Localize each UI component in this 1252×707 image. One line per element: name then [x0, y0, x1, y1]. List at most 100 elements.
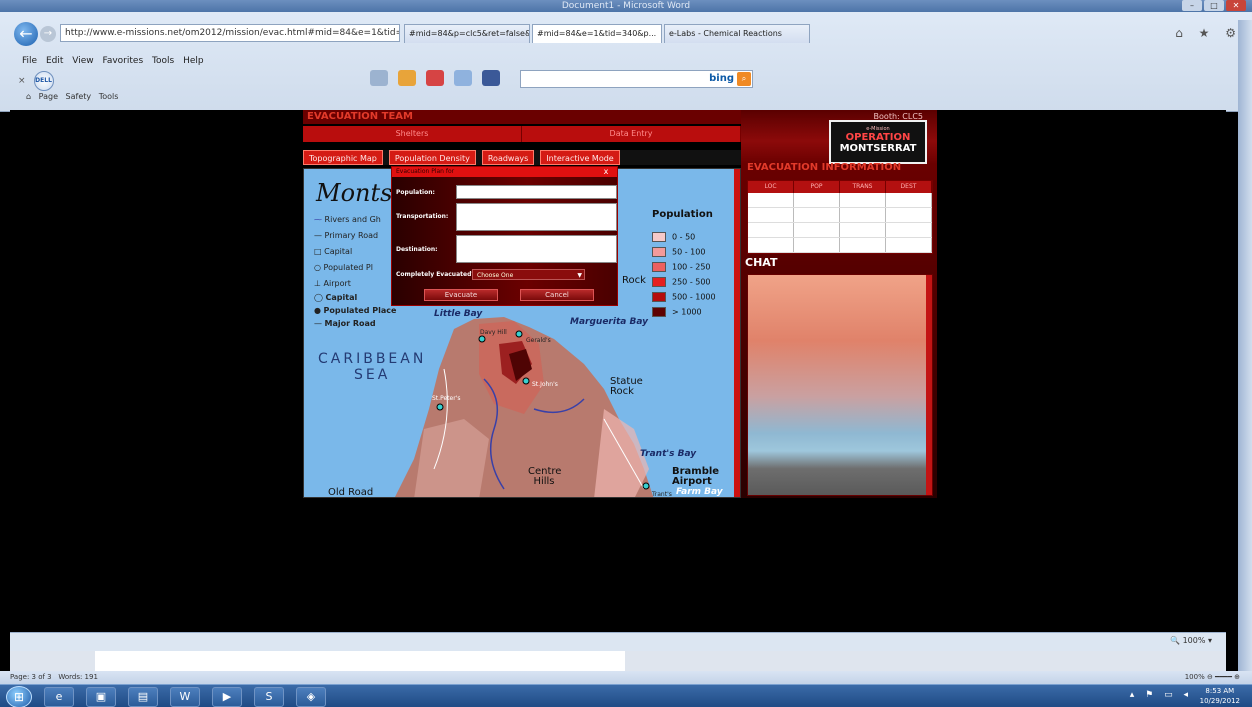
page-count[interactable]: Page: 3 of 3: [10, 673, 52, 681]
close-button[interactable]: ✕: [1226, 0, 1246, 11]
transportation-field[interactable]: [456, 203, 617, 231]
label-old-road: Old Road: [328, 487, 374, 498]
word-zoom[interactable]: 100% ⊖ ━━━━ ⊕: [1185, 671, 1240, 684]
word-title: Document1 - Microsoft Word: [561, 1, 691, 11]
evacuate-button[interactable]: Evacuate: [424, 289, 498, 301]
tab-2[interactable]: #mid=84&e=1&tid=340&p...: [532, 24, 662, 43]
zoom-control[interactable]: 🔍 100% ▾: [1170, 636, 1212, 645]
label-population: Population:: [396, 189, 435, 196]
skype-icon[interactable]: S: [254, 687, 284, 707]
col-dest[interactable]: DEST: [886, 181, 932, 193]
pop-level-4: 250 - 500: [652, 277, 716, 287]
forward-icon[interactable]: →: [40, 26, 56, 42]
media-icon[interactable]: ▣: [86, 687, 116, 707]
command-bar: ⌂ Page Safety Tools: [26, 92, 118, 101]
evacuation-dialog: Evacuation Plan for x Population: Transp…: [391, 166, 618, 306]
section-tabs: Shelters Data Entry: [303, 126, 741, 142]
menu-help[interactable]: Help: [183, 56, 204, 66]
browser-status-bar: 🔍 100% ▾: [10, 632, 1226, 651]
word-page[interactable]: [95, 651, 625, 671]
facebook-icon[interactable]: [482, 70, 500, 86]
chat-box[interactable]: [747, 274, 933, 496]
toolbar-icons: [370, 70, 500, 86]
folder-icon[interactable]: ▤: [128, 687, 158, 707]
toolbar-icon-3[interactable]: [426, 70, 444, 86]
col-loc[interactable]: LOC: [748, 181, 794, 193]
word-status-bar: Page: 3 of 3 Words: 191 100% ⊖ ━━━━ ⊕: [0, 671, 1252, 684]
cancel-button[interactable]: Cancel: [520, 289, 594, 301]
security-icon[interactable]: ◈: [296, 687, 326, 707]
player-icon[interactable]: ▶: [212, 687, 242, 707]
cmd-page[interactable]: Page: [39, 92, 58, 101]
label-transportation: Transportation:: [396, 213, 449, 220]
menu-view[interactable]: View: [72, 56, 93, 66]
menu-edit[interactable]: Edit: [46, 56, 63, 66]
window-controls: – □ ✕: [1182, 0, 1246, 12]
pop-level-6: > 1000: [652, 307, 716, 317]
back-icon[interactable]: ←: [14, 22, 38, 46]
tab-3[interactable]: e-Labs - Chemical Reactions: [664, 24, 810, 43]
legend-airport: ⊥ Airport: [314, 279, 351, 288]
system-tray[interactable]: ▴ ⚑ ▭ ◂: [1130, 690, 1192, 700]
menu-favorites[interactable]: Favorites: [102, 56, 143, 66]
chat-scrollbar[interactable]: [926, 275, 932, 495]
toolbar-icon-4[interactable]: [454, 70, 472, 86]
legend-populated: ○ Populated Pl: [314, 263, 373, 272]
population-field[interactable]: [456, 185, 617, 199]
tab-roadways[interactable]: Roadways: [481, 150, 535, 165]
evacuated-select[interactable]: Choose One ▼: [472, 269, 585, 280]
address-bar[interactable]: http://www.e-missions.net/om2012/mission…: [60, 24, 400, 42]
tab-data-entry[interactable]: Data Entry: [522, 126, 741, 142]
col-pop[interactable]: POP: [794, 181, 840, 193]
ie-icon[interactable]: e: [44, 687, 74, 707]
tab-1-label: #mid=84&p=clc5&ret=false&...: [409, 29, 530, 38]
label-st-johns: St.John's: [532, 381, 558, 388]
col-trans[interactable]: TRANS: [840, 181, 886, 193]
tab-population-density[interactable]: Population Density: [388, 150, 476, 165]
table-row: [748, 223, 932, 238]
tab-interactive-mode[interactable]: Interactive Mode: [540, 150, 620, 165]
destination-field[interactable]: [456, 235, 617, 263]
cmd-tools[interactable]: Tools: [99, 92, 119, 101]
pop-level-1: 0 - 50: [652, 232, 716, 242]
toolbar-icon-2[interactable]: [398, 70, 416, 86]
cmd-safety[interactable]: Safety: [66, 92, 92, 101]
pop-swatch-4: [652, 277, 666, 287]
browser-tools-icons[interactable]: ⌂ ★ ⚙: [1175, 26, 1242, 40]
search-icon[interactable]: ⌕: [737, 72, 751, 86]
address-text: http://www.e-missions.net/om2012/mission…: [65, 28, 400, 38]
dell-icon[interactable]: DELL: [33, 71, 54, 91]
pop-swatch-3: [652, 262, 666, 272]
taskbar: ⊞ e ▣ ▤ W ▶ S ◈ ▴ ⚑ ▭ ◂ 8:53 AM 10/29/201…: [0, 684, 1252, 707]
evacuation-table: LOC POP TRANS DEST: [747, 180, 933, 254]
zoom-level: 100%: [1182, 636, 1206, 645]
tab-shelters[interactable]: Shelters: [303, 126, 522, 142]
word-count[interactable]: Words: 191: [58, 673, 98, 681]
label-little-bay: Little Bay: [434, 309, 483, 319]
legend-major-road: — Major Road: [314, 319, 376, 328]
map-scrollbar[interactable]: [734, 169, 740, 497]
tab-1[interactable]: #mid=84&p=clc5&ret=false&...: [404, 24, 530, 43]
tab-topographic-map[interactable]: Topographic Map: [303, 150, 383, 165]
pop-swatch-6: [652, 307, 666, 317]
maximize-button[interactable]: □: [1204, 0, 1224, 11]
minimize-button[interactable]: –: [1182, 0, 1202, 11]
home-icon[interactable]: ⌂: [26, 92, 31, 101]
close-toolbar-icon[interactable]: ×: [18, 76, 26, 86]
start-button[interactable]: ⊞: [6, 686, 32, 707]
clock[interactable]: 8:53 AM 10/29/2012: [1200, 686, 1240, 706]
word-icon[interactable]: W: [170, 687, 200, 707]
search-input[interactable]: bing: [520, 70, 753, 88]
menu-tools[interactable]: Tools: [152, 56, 174, 66]
dialog-close-icon[interactable]: x: [601, 167, 611, 177]
label-destination: Destination:: [396, 246, 438, 253]
population-legend-title: Population: [652, 209, 713, 220]
toolbar-icon-1[interactable]: [370, 70, 388, 86]
clock-date: 10/29/2012: [1199, 697, 1240, 705]
menu-file[interactable]: File: [22, 56, 37, 66]
tab-2-label: #mid=84&e=1&tid=340&p...: [537, 29, 657, 38]
evacuation-info-title: EVACUATION INFORMATION: [747, 162, 902, 173]
tab-3-label: e-Labs - Chemical Reactions: [669, 29, 782, 38]
label-rock: Rock: [622, 275, 646, 286]
operation-montserrat-logo: e-Mission OPERATION MONTSERRAT: [829, 120, 927, 164]
